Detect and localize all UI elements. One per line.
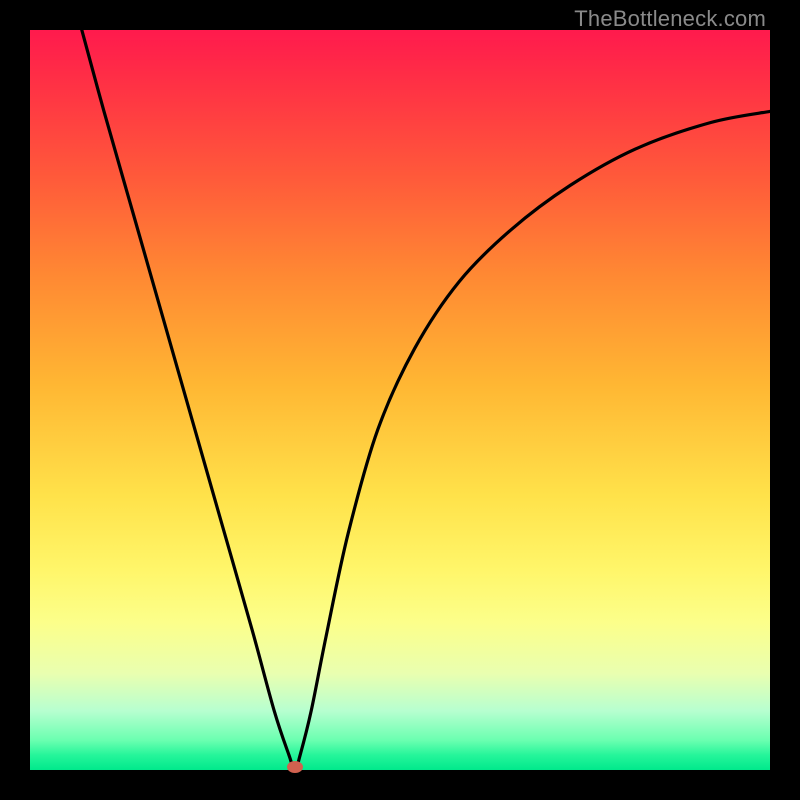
line-chart	[30, 30, 770, 770]
minimum-marker-dot	[287, 761, 303, 773]
chart-frame: TheBottleneck.com	[0, 0, 800, 800]
curve-path	[82, 30, 770, 770]
watermark-text: TheBottleneck.com	[574, 6, 766, 32]
plot-area	[30, 30, 770, 770]
